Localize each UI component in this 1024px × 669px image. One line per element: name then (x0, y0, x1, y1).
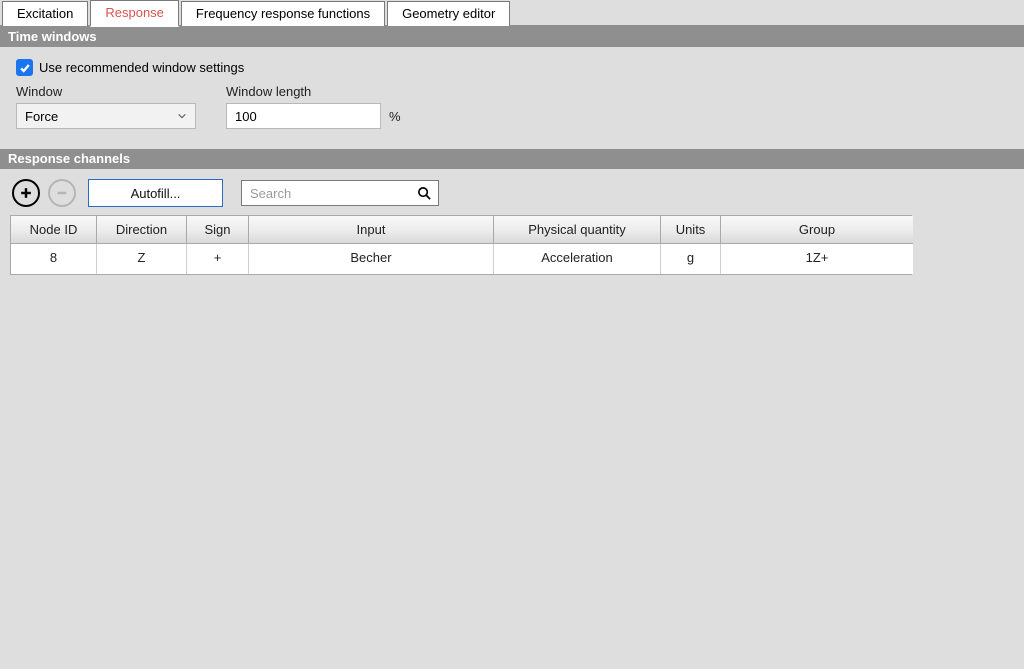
minus-icon (55, 186, 69, 200)
window-length-input[interactable]: 100 (226, 103, 381, 129)
col-phys-qty[interactable]: Physical quantity (494, 216, 661, 244)
use-recommended-row: Use recommended window settings (16, 59, 1008, 76)
col-input[interactable]: Input (249, 216, 494, 244)
table-cell[interactable]: Becher (249, 244, 494, 274)
time-windows-panel: Use recommended window settings Window F… (0, 47, 1024, 149)
plus-icon (19, 186, 33, 200)
window-length-field: Window length 100 % (226, 84, 401, 129)
table-cell[interactable]: g (661, 244, 721, 274)
window-select[interactable]: Force (16, 103, 196, 129)
tab-response[interactable]: Response (90, 0, 179, 27)
window-field: Window Force (16, 84, 196, 129)
col-sign[interactable]: Sign (187, 216, 249, 244)
col-group[interactable]: Group (721, 216, 913, 244)
autofill-button[interactable]: Autofill... (88, 179, 223, 207)
remove-channel-button (48, 179, 76, 207)
add-channel-button[interactable] (12, 179, 40, 207)
table-cell[interactable]: + (187, 244, 249, 274)
window-length-value: 100 (235, 109, 257, 124)
response-toolbar: Autofill... Search (10, 179, 1014, 207)
time-windows-header: Time windows (0, 27, 1024, 47)
window-length-unit: % (389, 109, 401, 124)
window-length-label: Window length (226, 84, 401, 99)
response-channels-panel: Autofill... Search Node ID Direction Sig… (0, 169, 1024, 285)
search-input[interactable]: Search (241, 180, 439, 206)
tab-bar: Excitation Response Frequency response f… (0, 0, 1024, 27)
response-channels-header: Response channels (0, 149, 1024, 169)
search-placeholder: Search (250, 186, 291, 201)
check-icon (19, 62, 31, 74)
col-units[interactable]: Units (661, 216, 721, 244)
search-icon (417, 186, 432, 201)
window-select-value: Force (25, 109, 58, 124)
window-label: Window (16, 84, 196, 99)
chevron-down-icon (177, 111, 187, 121)
table-cell[interactable]: Z (97, 244, 187, 274)
table-cell[interactable]: Acceleration (494, 244, 661, 274)
use-recommended-checkbox[interactable] (16, 59, 33, 76)
col-node-id[interactable]: Node ID (11, 216, 97, 244)
use-recommended-label: Use recommended window settings (39, 60, 244, 75)
col-direction[interactable]: Direction (97, 216, 187, 244)
table-cell[interactable]: 1Z+ (721, 244, 913, 274)
tab-geometry-editor[interactable]: Geometry editor (387, 1, 510, 26)
tab-excitation[interactable]: Excitation (2, 1, 88, 26)
tab-frf[interactable]: Frequency response functions (181, 1, 385, 26)
table-cell[interactable]: 8 (11, 244, 97, 274)
channels-table: Node ID Direction Sign Input Physical qu… (10, 215, 912, 275)
time-windows-fields: Window Force Window length 100 % (16, 84, 1008, 129)
